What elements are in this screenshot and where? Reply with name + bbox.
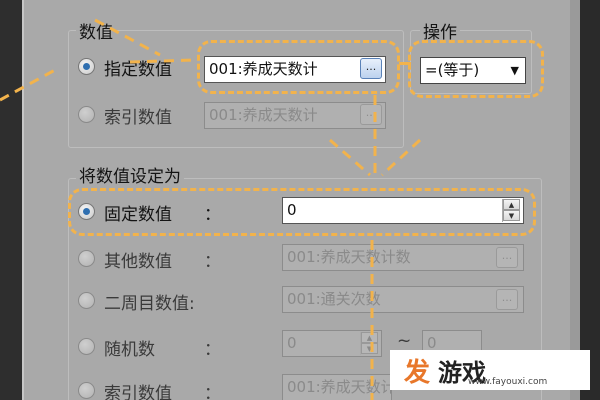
arrow-head-left: [329, 138, 371, 177]
watermark-logo: 发 游戏 www.fayouxi.com: [390, 350, 590, 390]
watermark-url: www.fayouxi.com: [468, 377, 548, 387]
arrow-line-top: [94, 18, 161, 57]
arrow-head-right: [380, 138, 422, 177]
arrow-line-mid: [129, 58, 196, 64]
arrow-line-left: [0, 68, 56, 102]
tutorial-arrows: [0, 18, 422, 400]
watermark-mark: 发: [404, 358, 431, 388]
